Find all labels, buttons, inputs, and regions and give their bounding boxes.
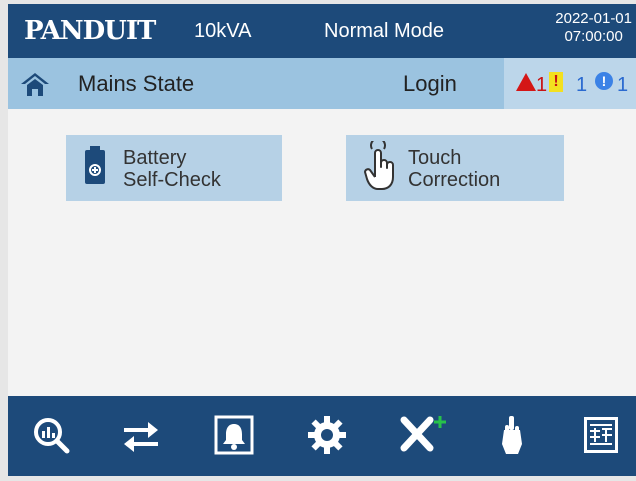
info-count: 1	[617, 74, 629, 96]
warning-icon: !	[549, 72, 563, 92]
ups-screen: PANDUIT 10kVA Normal Mode 2022-01-01 07:…	[8, 4, 636, 476]
report-icon[interactable]	[580, 414, 622, 456]
battery-tile-label-2: Self-Check	[123, 169, 221, 191]
date-time: 2022-01-01 07:00:00	[555, 10, 632, 46]
touch-tile-label-2: Correction	[408, 169, 501, 191]
transfer-icon[interactable]	[120, 414, 162, 456]
settings-gear-icon[interactable]	[306, 414, 348, 456]
battery-icon	[85, 146, 105, 184]
alarm-count: 1	[536, 74, 548, 96]
date-label: 2022-01-01	[555, 10, 632, 27]
touch-hand-icon	[364, 141, 394, 190]
main-content: Battery Self-Check Touch Correction	[8, 109, 636, 396]
brand-logo: PANDUIT	[24, 16, 156, 46]
touch-icon[interactable]	[496, 414, 528, 456]
top-bar: PANDUIT 10kVA Normal Mode 2022-01-01 07:…	[8, 4, 636, 58]
bottom-nav	[8, 396, 636, 476]
home-icon[interactable]	[20, 71, 50, 97]
status-bar: Mains State Login 1 ! 1 ! 1	[8, 58, 636, 109]
search-icon[interactable]	[30, 414, 72, 456]
maintenance-tools-icon[interactable]	[398, 414, 448, 456]
touch-tile-label-1: Touch	[408, 147, 462, 169]
login-button[interactable]: Login	[403, 71, 457, 97]
power-rating: 10kVA	[194, 20, 252, 42]
battery-tile-label-1: Battery	[123, 147, 187, 169]
time-label: 07:00:00	[564, 28, 623, 45]
operating-mode: Normal Mode	[324, 20, 445, 42]
mains-state-label: Mains State	[78, 71, 195, 96]
alarm-summary[interactable]: 1 ! 1 ! 1	[504, 58, 636, 109]
alarm-triangle-icon	[516, 73, 536, 91]
info-icon: !	[595, 72, 613, 90]
alarm-log-icon[interactable]	[213, 414, 255, 456]
warning-count: 1	[576, 74, 588, 96]
battery-self-check-button[interactable]: Battery Self-Check	[66, 135, 282, 201]
touch-correction-button[interactable]: Touch Correction	[346, 135, 564, 201]
